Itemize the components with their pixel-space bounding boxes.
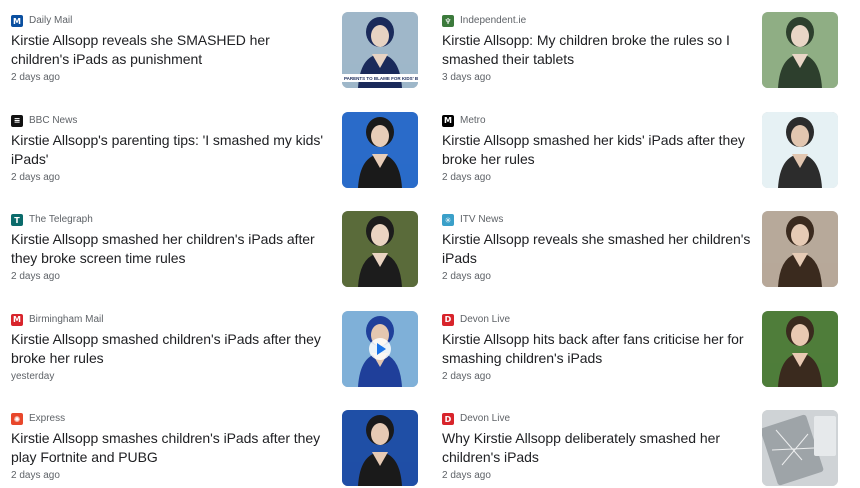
source-name: Daily Mail bbox=[29, 15, 73, 26]
daily-mail-logo-icon: M bbox=[11, 15, 23, 27]
timestamp: 2 days ago bbox=[11, 470, 60, 481]
thumbnail-photo bbox=[342, 410, 418, 486]
birmingham-mail-logo-icon: M bbox=[11, 313, 23, 326]
devon-live-logo-icon: D bbox=[442, 413, 454, 425]
news-card[interactable]: M Birmingham Mail Kirstie Allsopp smashe… bbox=[0, 310, 431, 411]
thumbnail-photo bbox=[342, 211, 418, 287]
thumbnail-image[interactable] bbox=[762, 310, 838, 387]
source-row: ✺ Express bbox=[11, 413, 65, 425]
headline-link[interactable]: Kirstie Allsopp reveals she SMASHED her … bbox=[11, 31, 329, 69]
thumbnail-caption: PARENTS TO BLAME FOR KIDS' BEHAVIOUR? bbox=[344, 76, 418, 81]
express-logo-icon: ✺ bbox=[11, 413, 23, 425]
thumbnail-photo bbox=[342, 111, 418, 188]
source-name: Independent.ie bbox=[460, 15, 527, 26]
itv-logo-icon: ✳ bbox=[442, 214, 454, 226]
bbc-logo-icon: ≡ bbox=[11, 114, 23, 127]
harp-icon: ♆ bbox=[442, 15, 454, 27]
news-results-grid: M Daily Mail Kirstie Allsopp reveals she… bbox=[0, 0, 860, 488]
thumbnail-image[interactable] bbox=[762, 211, 838, 287]
thumbnail-photo bbox=[762, 410, 838, 486]
news-card[interactable]: ♆ Independent.ie Kirstie Allsopp: My chi… bbox=[431, 12, 860, 112]
news-card[interactable]: M Metro Kirstie Allsopp smashed her kids… bbox=[431, 111, 860, 212]
source-row: ✳ ITV News bbox=[442, 214, 503, 226]
news-card[interactable]: ≡ BBC News Kirstie Allsopp's parenting t… bbox=[0, 111, 431, 212]
timestamp: 3 days ago bbox=[442, 72, 491, 83]
source-row: M Birmingham Mail bbox=[11, 313, 104, 326]
headline-link[interactable]: Kirstie Allsopp smashed her children's i… bbox=[11, 230, 329, 268]
timestamp: yesterday bbox=[11, 370, 55, 382]
source-name: Express bbox=[29, 413, 66, 424]
timestamp: 2 days ago bbox=[11, 271, 60, 282]
source-row: ≡ BBC News bbox=[11, 114, 78, 127]
source-row: M Metro bbox=[442, 114, 486, 127]
devon-live-logo-icon: D bbox=[442, 313, 454, 326]
headline-link[interactable]: Kirstie Allsopp reveals she smashed her … bbox=[442, 230, 760, 268]
telegraph-logo-icon: T bbox=[11, 214, 23, 226]
thumbnail-image[interactable] bbox=[342, 111, 418, 188]
thumbnail-photo: PARENTS TO BLAME FOR KIDS' BEHAVIOUR? bbox=[342, 12, 418, 88]
timestamp: 2 days ago bbox=[442, 470, 491, 481]
thumbnail-image[interactable] bbox=[762, 111, 838, 188]
source-name: Metro bbox=[460, 114, 486, 126]
source-row: D Devon Live bbox=[442, 313, 511, 326]
thumbnail-image[interactable]: PARENTS TO BLAME FOR KIDS' BEHAVIOUR? bbox=[342, 12, 418, 88]
source-name: Devon Live bbox=[460, 413, 511, 424]
source-row: M Daily Mail bbox=[11, 15, 72, 27]
thumbnail-photo bbox=[762, 211, 838, 287]
source-row: D Devon Live bbox=[442, 413, 510, 425]
news-card[interactable]: T The Telegraph Kirstie Allsopp smashed … bbox=[0, 211, 431, 311]
news-card[interactable]: D Devon Live Kirstie Allsopp hits back a… bbox=[431, 310, 860, 411]
source-name: Devon Live bbox=[460, 313, 511, 325]
source-name: Birmingham Mail bbox=[29, 313, 104, 325]
timestamp: 2 days ago bbox=[11, 171, 60, 183]
news-card[interactable]: ✺ Express Kirstie Allsopp smashes childr… bbox=[0, 410, 431, 488]
headline-link[interactable]: Kirstie Allsopp smashes children's iPads… bbox=[11, 429, 329, 467]
headline-link[interactable]: Kirstie Allsopp's parenting tips: 'I sma… bbox=[11, 131, 329, 169]
source-row: T The Telegraph bbox=[11, 214, 93, 226]
video-thumbnail[interactable] bbox=[342, 310, 418, 387]
headline-link[interactable]: Kirstie Allsopp hits back after fans cri… bbox=[442, 330, 760, 368]
thumbnail-image[interactable] bbox=[342, 211, 418, 287]
thumbnail-photo bbox=[762, 111, 838, 188]
headline-link[interactable]: Kirstie Allsopp: My children broke the r… bbox=[442, 31, 760, 69]
thumbnail-photo bbox=[762, 12, 838, 88]
metro-logo-icon: M bbox=[442, 114, 454, 127]
news-card[interactable]: M Daily Mail Kirstie Allsopp reveals she… bbox=[0, 12, 431, 112]
thumbnail-image[interactable] bbox=[762, 12, 838, 88]
source-name: ITV News bbox=[460, 214, 504, 225]
headline-link[interactable]: Kirstie Allsopp smashed her kids' iPads … bbox=[442, 131, 760, 169]
thumbnail-photo bbox=[762, 310, 838, 387]
timestamp: 2 days ago bbox=[442, 171, 491, 183]
timestamp: 2 days ago bbox=[442, 370, 491, 382]
thumbnail-image[interactable] bbox=[762, 410, 838, 486]
headline-link[interactable]: Why Kirstie Allsopp deliberately smashed… bbox=[442, 429, 760, 467]
thumbnail-image[interactable] bbox=[342, 410, 418, 486]
news-card[interactable]: ✳ ITV News Kirstie Allsopp reveals she s… bbox=[431, 211, 860, 311]
source-row: ♆ Independent.ie bbox=[442, 15, 526, 27]
source-name: The Telegraph bbox=[29, 214, 93, 225]
news-card[interactable]: D Devon Live Why Kirstie Allsopp deliber… bbox=[431, 410, 860, 488]
source-name: BBC News bbox=[29, 114, 78, 126]
play-icon[interactable] bbox=[369, 337, 391, 360]
timestamp: 2 days ago bbox=[442, 271, 491, 282]
timestamp: 2 days ago bbox=[11, 72, 60, 83]
headline-link[interactable]: Kirstie Allsopp smashed children's iPads… bbox=[11, 330, 329, 368]
